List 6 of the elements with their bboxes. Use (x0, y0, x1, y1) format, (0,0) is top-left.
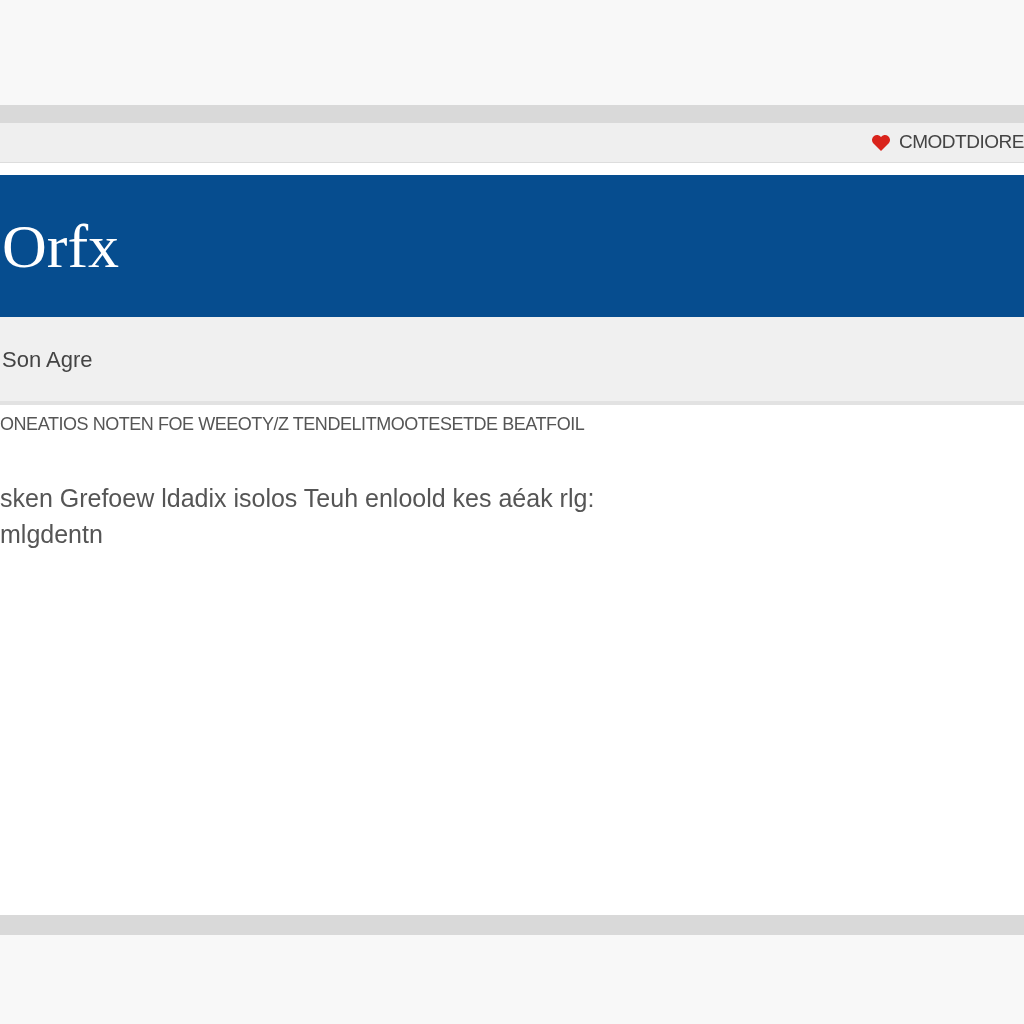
heart-icon (870, 133, 891, 152)
logo-text: Orfx (2, 210, 120, 282)
content-heading: ONEATIOS NOTEN FOE WEEOTY/Z TENDELITMOOTESETDE BEATFOIL (0, 413, 586, 436)
content-paragraph: sken Grefoew ldadix isolos Teuh enloold kes aéak rlg: mlgdentn (0, 483, 596, 550)
subheader-title: Son Agre (2, 345, 93, 374)
address-text: CMODTDIORE (898, 130, 1024, 155)
